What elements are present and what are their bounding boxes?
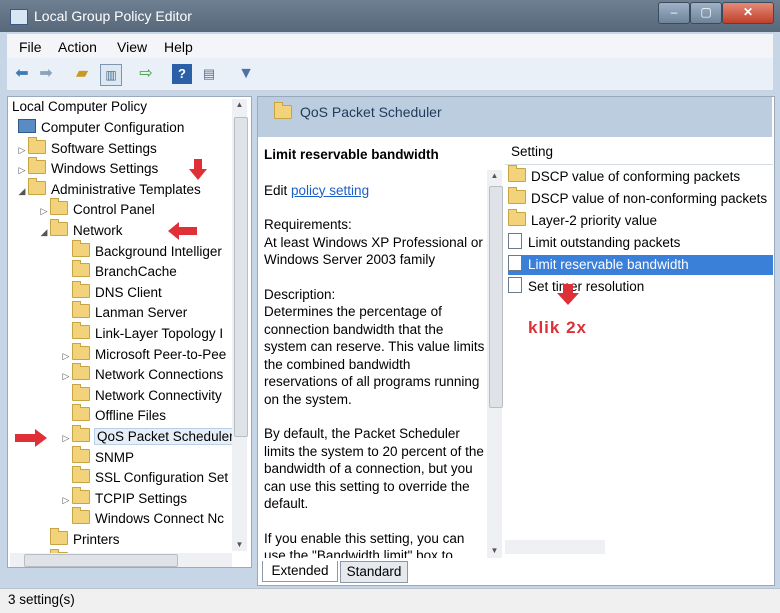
arrow-down-admin-templates bbox=[189, 159, 207, 180]
arrow-down-setting bbox=[557, 284, 579, 305]
annotation-overlay bbox=[15, 159, 579, 447]
arrow-left-network bbox=[168, 222, 197, 240]
arrow-right-qos bbox=[15, 429, 47, 447]
